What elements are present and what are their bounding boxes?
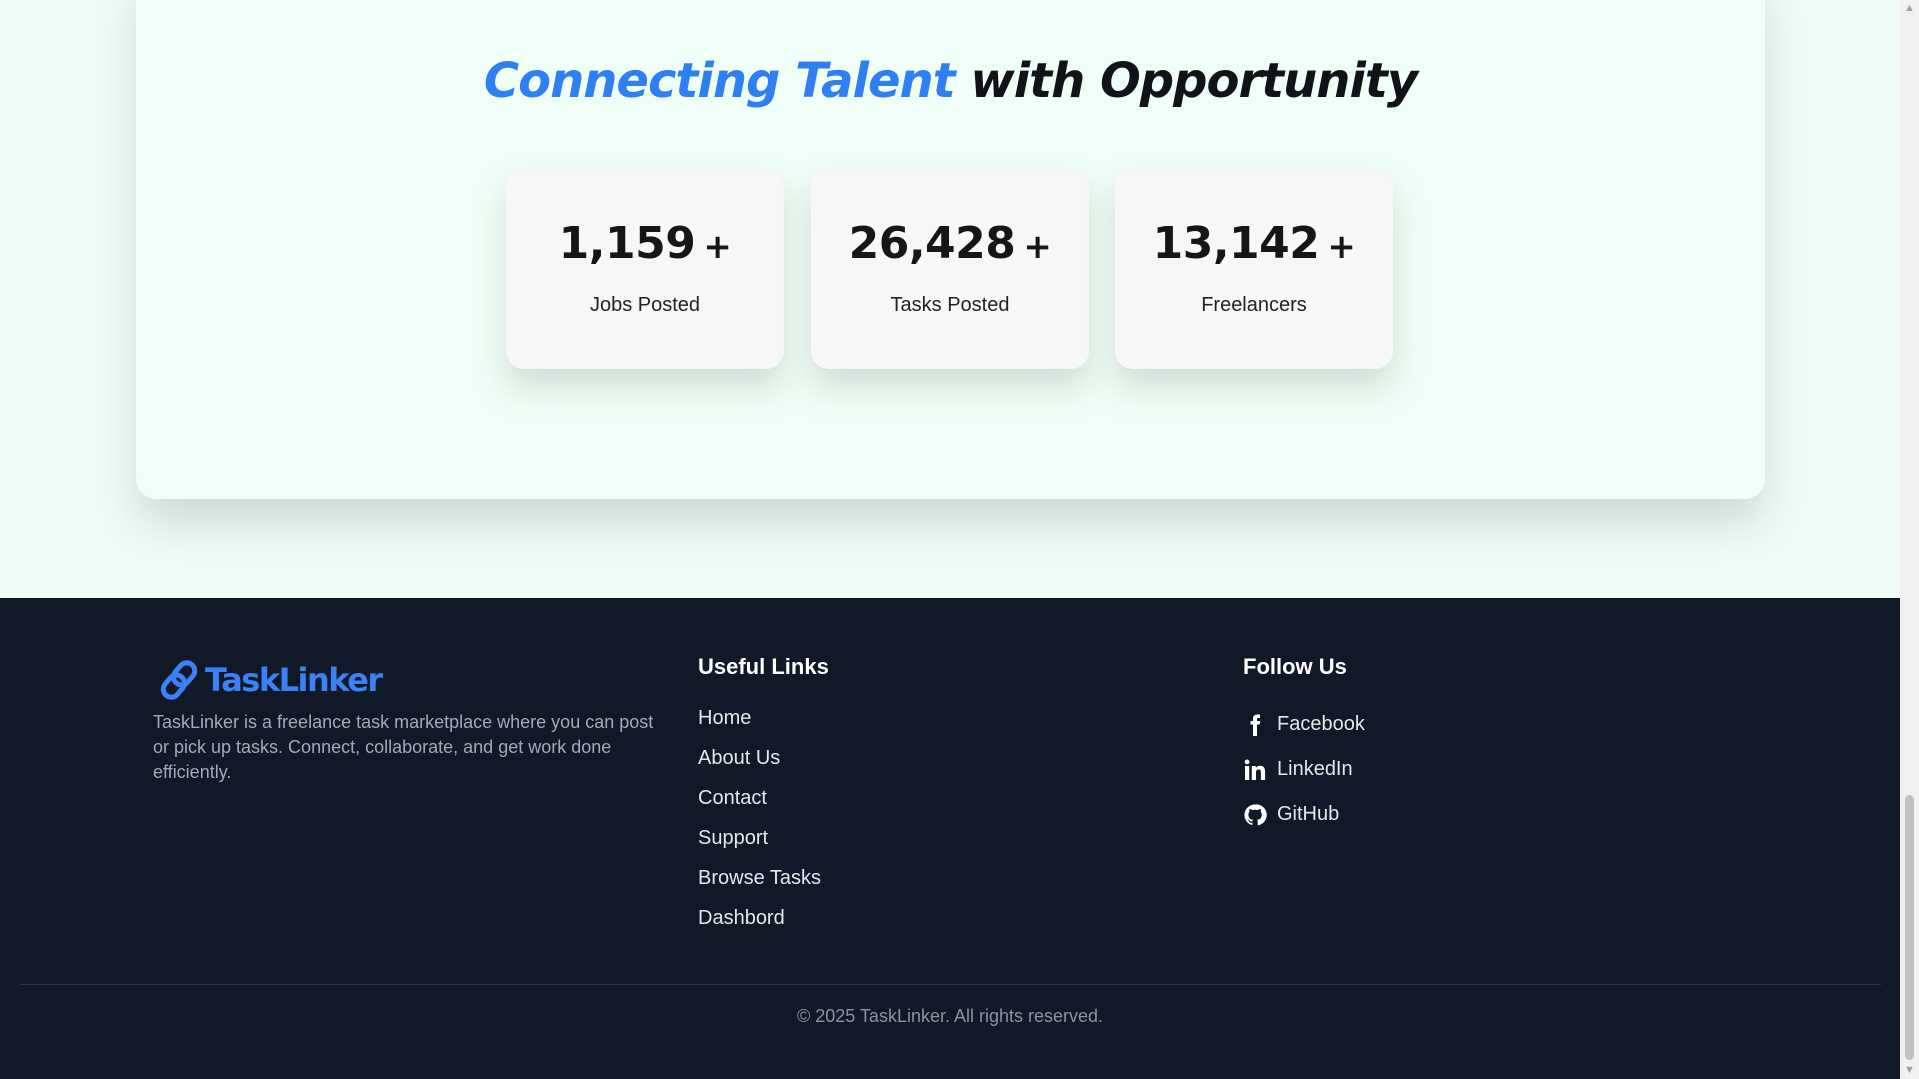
footer-link-browse-tasks[interactable]: Browse Tasks (698, 864, 821, 904)
scroll-down-arrow-icon[interactable]: ▼ (1900, 1062, 1919, 1079)
social-link-facebook[interactable]: Facebook (1243, 702, 1365, 747)
stat-label: Jobs Posted (589, 294, 701, 316)
stat-box-jobs: 1,159 + Jobs Posted (506, 170, 784, 369)
stat-suffix: + (703, 227, 732, 267)
stat-boxes: 1,159 + Jobs Posted 26,428 + Tasks Posted … (136, 170, 1765, 369)
headline-rest: with Opportunity (954, 53, 1418, 109)
stat-label: Freelancers (1201, 294, 1307, 316)
social-links-list: Facebook LinkedIn GitHub (1243, 702, 1365, 837)
stats-card: Connecting Talent with Opportunity 1,159… (136, 0, 1765, 499)
scrollbar-thumb[interactable] (1905, 795, 1914, 1060)
social-link-github[interactable]: GitHub (1243, 792, 1365, 837)
stat-value: 26,428 (848, 218, 1016, 269)
stat-suffix: + (1023, 227, 1052, 267)
brand-description: TaskLinker is a freelance task marketpla… (153, 712, 654, 782)
footer-link-dashboard[interactable]: Dashbord (698, 904, 821, 944)
facebook-icon (1250, 714, 1261, 736)
page: Connecting Talent with Opportunity 1,159… (0, 0, 1900, 1079)
stat-value: 1,159 (558, 218, 696, 269)
social-label: GitHub (1277, 803, 1340, 825)
social-link-linkedin[interactable]: LinkedIn (1243, 747, 1365, 792)
stat-number: 13,142 + (1115, 218, 1393, 269)
footer-brand[interactable]: TaskLinker (155, 652, 383, 708)
footer-link-support[interactable]: Support (698, 824, 821, 864)
stat-label: Tasks Posted (890, 294, 1010, 316)
social-label: Facebook (1277, 713, 1365, 735)
stat-number: 26,428 + (811, 218, 1089, 269)
footer-link-about[interactable]: About Us (698, 744, 821, 784)
headline-accent: Connecting Talent (483, 53, 956, 109)
stat-box-freelancers: 13,142 + Freelancers (1115, 170, 1393, 369)
footer-divider (20, 984, 1881, 985)
social-label: LinkedIn (1277, 758, 1353, 780)
link-icon (160, 660, 198, 700)
useful-links-list: Home About Us Contact Support Browse Tas… (698, 704, 821, 944)
linkedin-icon (1244, 759, 1266, 780)
stat-box-tasks: 26,428 + Tasks Posted (811, 170, 1089, 369)
vertical-scrollbar[interactable]: ▲ ▼ (1900, 0, 1919, 1079)
copyright-text: © 2025 TaskLinker. All rights reserved. (796, 1006, 1104, 1026)
stat-value: 13,142 (1152, 218, 1320, 269)
footer-link-contact[interactable]: Contact (698, 784, 821, 824)
brand-name: TaskLinker (205, 661, 383, 699)
stat-suffix: + (1327, 227, 1356, 267)
github-icon (1244, 803, 1267, 825)
footer-link-home[interactable]: Home (698, 704, 821, 744)
scroll-up-arrow-icon[interactable]: ▲ (1900, 0, 1919, 17)
stat-number: 1,159 + (506, 218, 784, 269)
site-footer: TaskLinker TaskLinker is a freelance tas… (0, 598, 1900, 1079)
section-headline: Connecting Talent with Opportunity (136, 53, 1765, 109)
follow-us-title: Follow Us (1243, 654, 1347, 679)
useful-links-title: Useful Links (698, 654, 829, 679)
stats-section: Connecting Talent with Opportunity 1,159… (0, 0, 1900, 598)
